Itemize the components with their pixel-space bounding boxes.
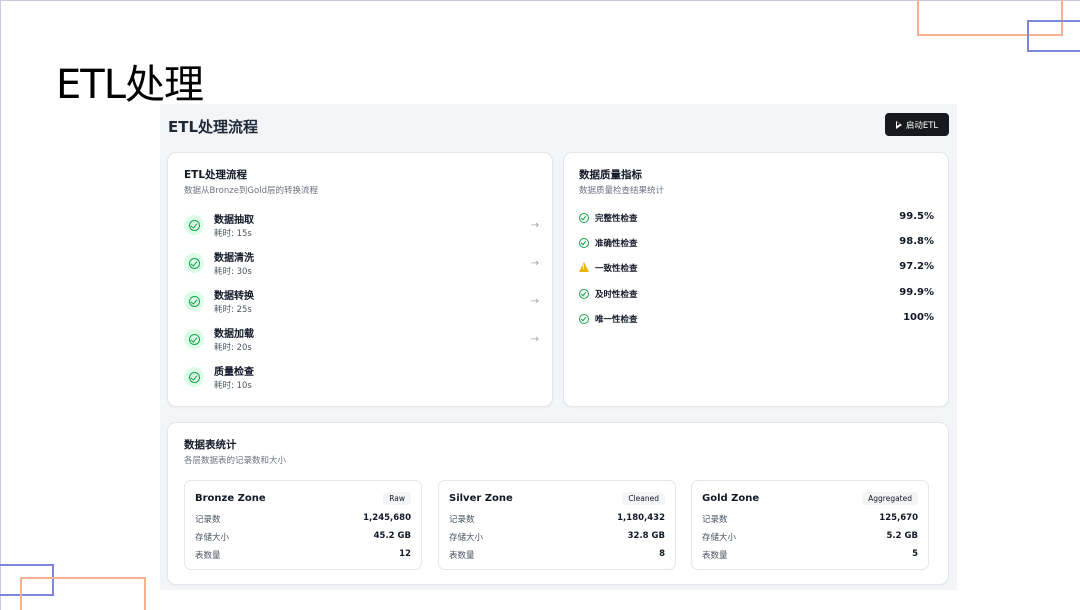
step-name: 数据加载 — [214, 329, 254, 340]
stat-value: 12 — [399, 549, 411, 559]
zone-card-silver: Silver Zone Cleaned 记录数 1,180,432 存储大小 3… — [438, 480, 676, 570]
zone-stat-tables: 表数量 12 — [195, 549, 411, 561]
quality-row: 及时性检查 99.9% — [579, 287, 934, 303]
quality-row: 一致性检查 97.2% — [579, 261, 934, 277]
etl-flow-card: ETL处理流程 数据从Bronze到Gold层的转换流程 数据抽取 耗时: 15… — [167, 152, 553, 407]
check-circle-icon — [184, 215, 204, 235]
zone-card-gold: Gold Zone Aggregated 记录数 125,670 存储大小 5.… — [691, 480, 929, 570]
check-circle-icon — [184, 253, 204, 273]
decor-corner-bottom-left-orange — [20, 577, 146, 610]
flow-step[interactable]: 数据抽取 耗时: 15s → — [184, 211, 539, 243]
stat-value: 5.2 GB — [886, 531, 918, 541]
zone-stat-records: 记录数 1,180,432 — [449, 513, 665, 525]
zone-stat-tables: 表数量 8 — [449, 549, 665, 561]
arrow-right-icon[interactable]: → — [531, 296, 539, 307]
slide-title: ETL处理 — [56, 62, 204, 108]
check-circle-icon — [184, 291, 204, 311]
quality-label: 完整性检查 — [595, 214, 638, 224]
check-circle-icon — [579, 213, 589, 223]
zone-stat-records: 记录数 125,670 — [702, 513, 918, 525]
zone-stat-size: 存储大小 32.8 GB — [449, 531, 665, 543]
stat-value: 1,180,432 — [617, 513, 665, 523]
zone-stat-tables: 表数量 5 — [702, 549, 918, 561]
zone-badge: Raw — [383, 492, 411, 505]
start-etl-label: 启动ETL — [905, 120, 939, 131]
flow-step[interactable]: 数据清洗 耗时: 30s → — [184, 249, 539, 281]
table-stats-card: 数据表统计 各层数据表的记录数和大小 Bronze Zone Raw 记录数 1… — [167, 422, 949, 585]
stat-label: 存储大小 — [702, 533, 737, 543]
step-time: 耗时: 20s — [214, 343, 252, 353]
play-icon — [895, 120, 902, 129]
step-name: 数据转换 — [214, 291, 254, 302]
quality-row: 唯一性检查 100% — [579, 312, 934, 328]
quality-row: 准确性检查 98.8% — [579, 236, 934, 252]
stats-card-subtitle: 各层数据表的记录数和大小 — [184, 456, 287, 466]
page-title: ETL处理流程 — [168, 118, 259, 136]
data-quality-card: 数据质量指标 数据质量检查结果统计 完整性检查 99.5% 准确性检查 98.8… — [563, 152, 949, 407]
check-circle-icon — [579, 314, 589, 324]
zone-badge: Aggregated — [862, 492, 918, 505]
stat-value: 32.8 GB — [627, 531, 665, 541]
step-time: 耗时: 15s — [214, 229, 252, 239]
stat-label: 记录数 — [702, 515, 728, 525]
flow-step[interactable]: 数据转换 耗时: 25s → — [184, 287, 539, 319]
zone-stat-size: 存储大小 45.2 GB — [195, 531, 411, 543]
arrow-right-icon[interactable]: → — [531, 334, 539, 345]
stat-label: 表数量 — [702, 551, 728, 561]
quality-value: 97.2% — [899, 261, 934, 272]
quality-label: 及时性检查 — [595, 290, 638, 300]
quality-row: 完整性检查 99.5% — [579, 211, 934, 227]
quality-card-title: 数据质量指标 — [579, 169, 642, 181]
zone-stat-records: 记录数 1,245,680 — [195, 513, 411, 525]
quality-card-subtitle: 数据质量检查结果统计 — [579, 186, 665, 196]
zone-stat-size: 存储大小 5.2 GB — [702, 531, 918, 543]
quality-label: 一致性检查 — [595, 264, 638, 274]
zone-badge: Cleaned — [622, 492, 665, 505]
arrow-right-icon[interactable]: → — [531, 258, 539, 269]
zone-card-bronze: Bronze Zone Raw 记录数 1,245,680 存储大小 45.2 … — [184, 480, 422, 570]
stat-label: 记录数 — [449, 515, 475, 525]
stat-label: 存储大小 — [195, 533, 230, 543]
quality-value: 98.8% — [899, 236, 934, 247]
stat-value: 5 — [912, 549, 918, 559]
flow-step[interactable]: 质量检查 耗时: 10s — [184, 363, 539, 395]
flow-card-subtitle: 数据从Bronze到Gold层的转换流程 — [184, 186, 318, 196]
check-circle-icon — [184, 329, 204, 349]
quality-value: 99.5% — [899, 211, 934, 222]
quality-label: 唯一性检查 — [595, 315, 638, 325]
arrow-right-icon[interactable]: → — [531, 220, 539, 231]
stat-value: 8 — [659, 549, 665, 559]
check-circle-icon — [579, 289, 589, 299]
step-name: 质量检查 — [214, 367, 254, 378]
warning-triangle-icon — [579, 262, 589, 272]
zone-name: Gold Zone — [702, 493, 760, 504]
check-circle-icon — [184, 367, 204, 387]
step-time: 耗时: 25s — [214, 305, 252, 315]
stat-label: 存储大小 — [449, 533, 484, 543]
stats-card-title: 数据表统计 — [184, 439, 237, 451]
stat-value: 45.2 GB — [373, 531, 411, 541]
step-time: 耗时: 30s — [214, 267, 252, 277]
stat-value: 125,670 — [879, 513, 918, 523]
quality-value: 100% — [903, 312, 934, 323]
flow-step[interactable]: 数据加载 耗时: 20s → — [184, 325, 539, 357]
stat-value: 1,245,680 — [363, 513, 411, 523]
stat-label: 表数量 — [449, 551, 475, 561]
check-circle-icon — [579, 238, 589, 248]
step-name: 数据抽取 — [214, 215, 254, 226]
etl-dashboard: ETL处理流程 启动ETL ETL处理流程 数据从Bronze到Gold层的转换… — [160, 104, 957, 590]
stat-label: 记录数 — [195, 515, 221, 525]
zone-name: Silver Zone — [449, 493, 513, 504]
quality-label: 准确性检查 — [595, 239, 638, 249]
quality-value: 99.9% — [899, 287, 934, 298]
decor-corner-top-right-blue — [1027, 20, 1080, 52]
stat-label: 表数量 — [195, 551, 221, 561]
flow-card-title: ETL处理流程 — [184, 169, 248, 181]
start-etl-button[interactable]: 启动ETL — [885, 113, 949, 136]
zone-name: Bronze Zone — [195, 493, 266, 504]
step-time: 耗时: 10s — [214, 381, 252, 391]
step-name: 数据清洗 — [214, 253, 254, 264]
